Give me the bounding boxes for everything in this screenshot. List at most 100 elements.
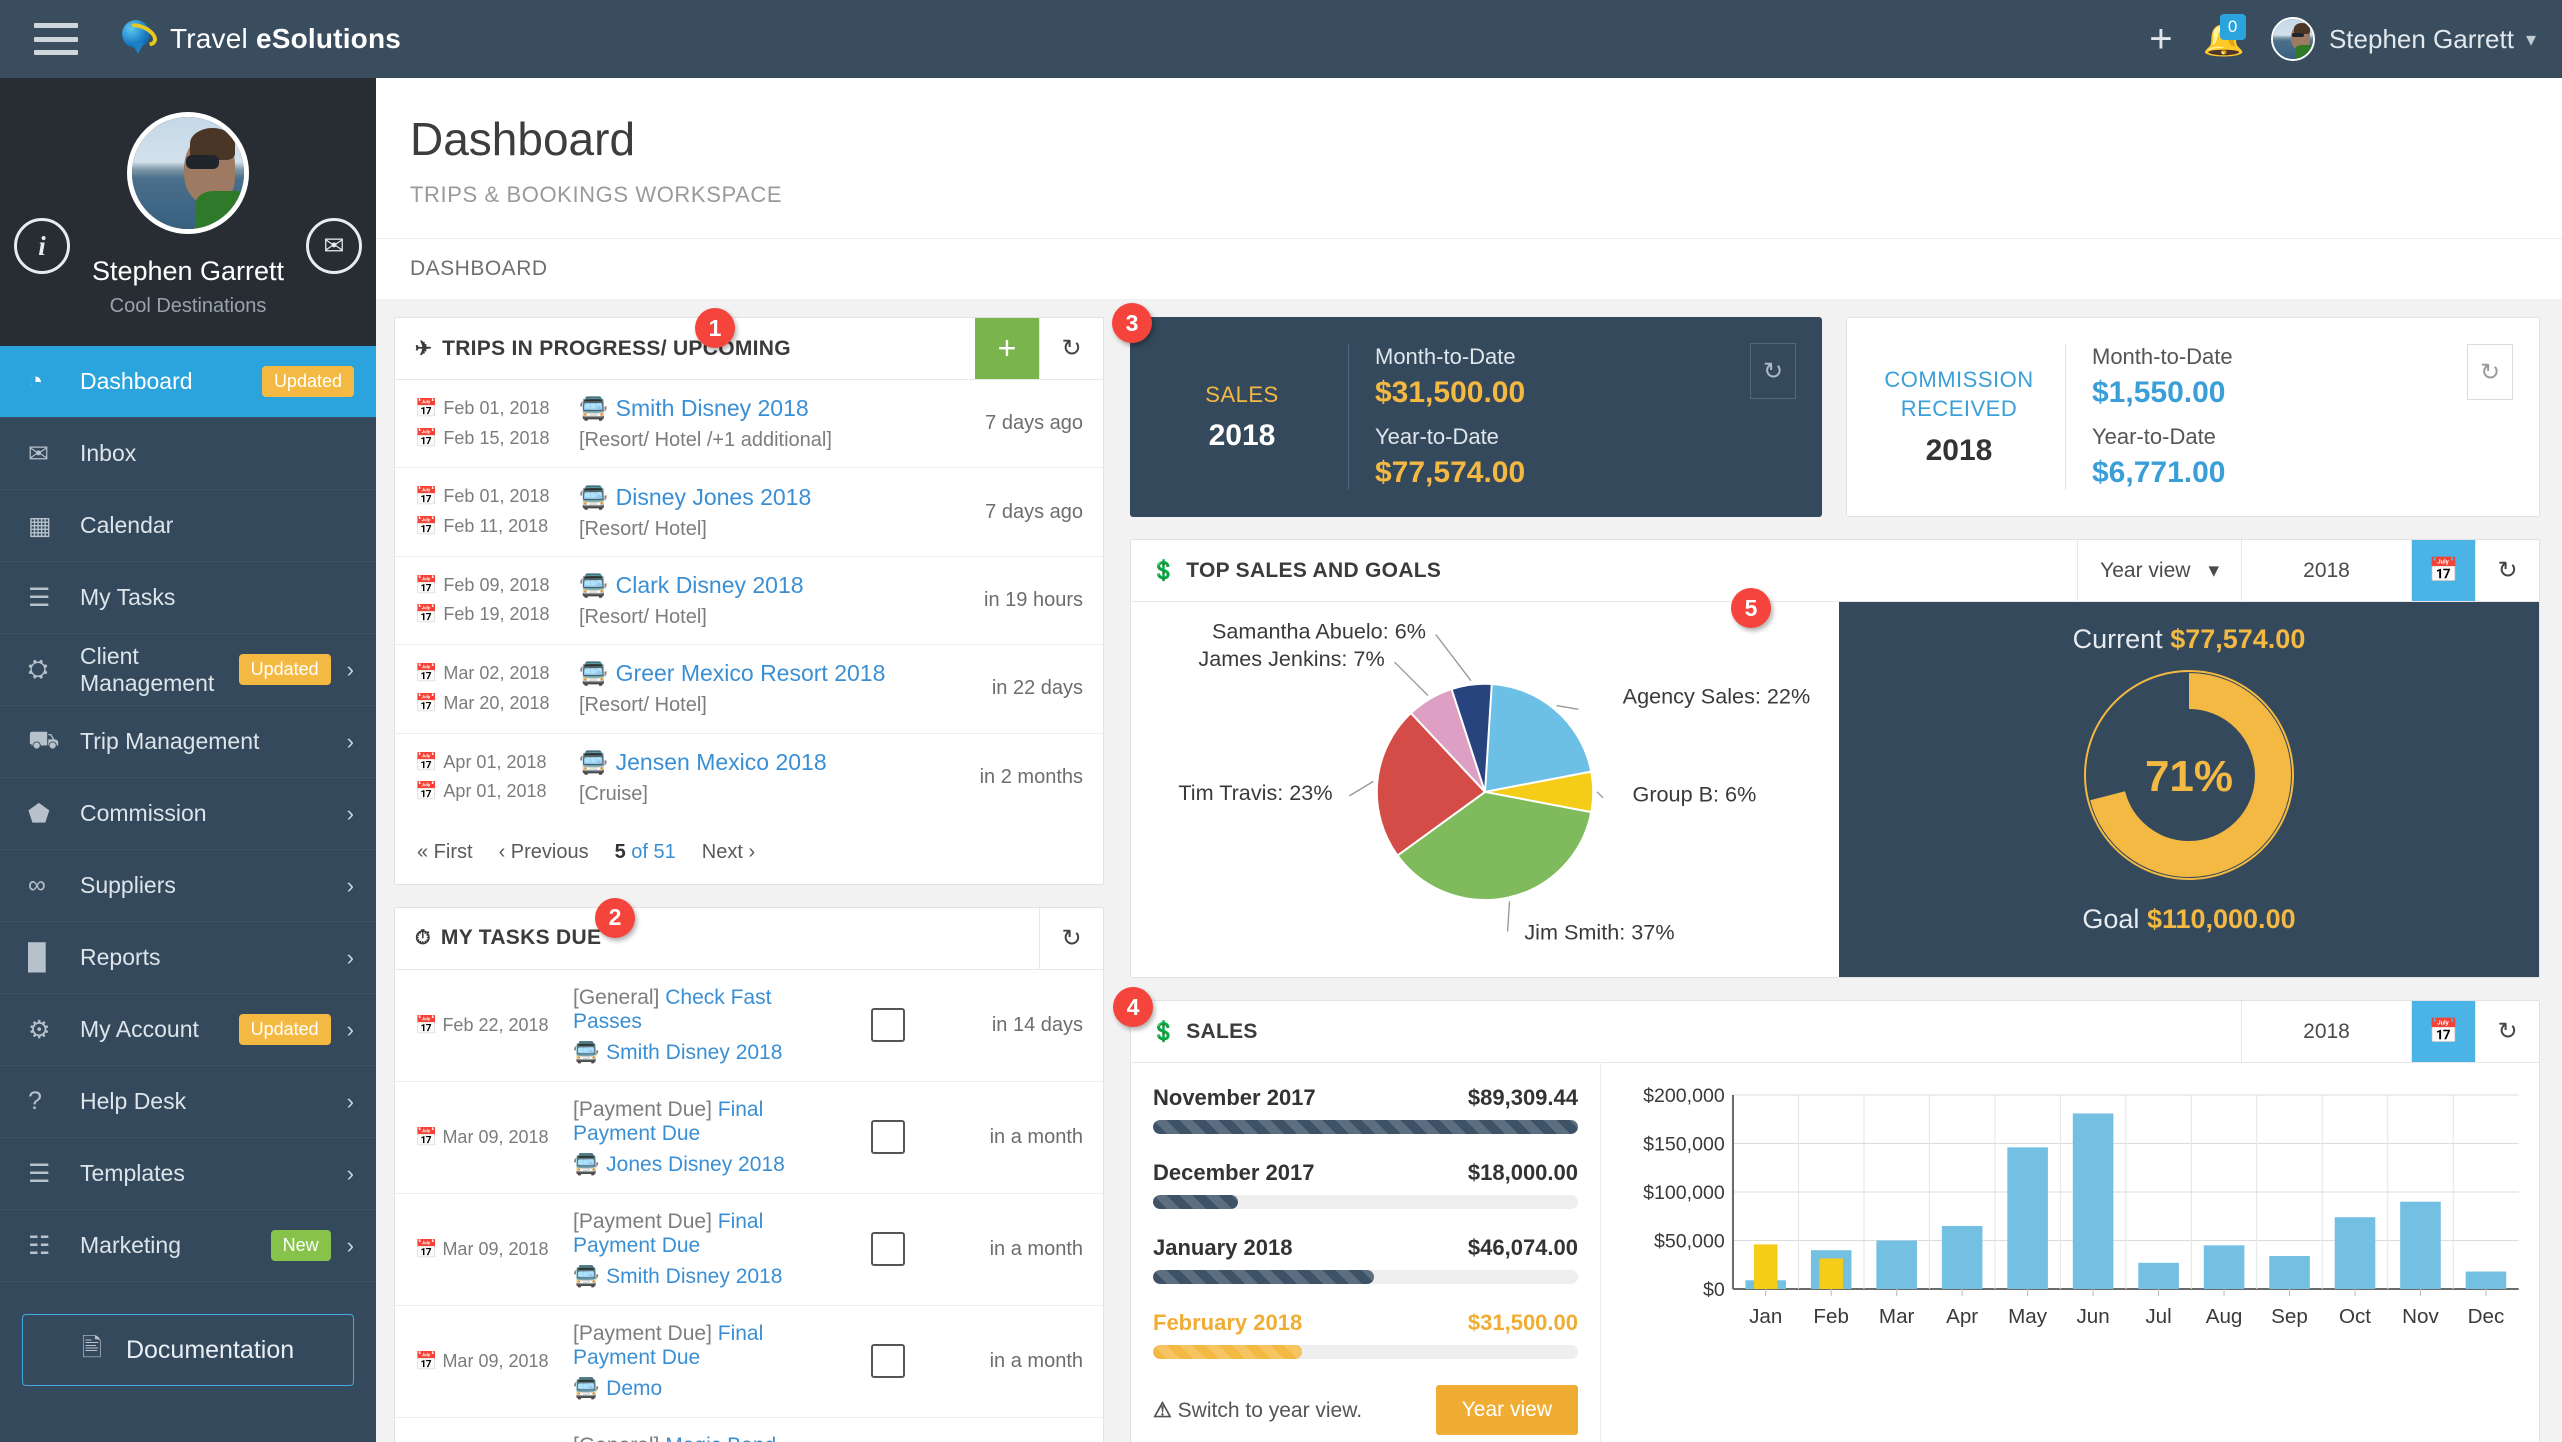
top-sales-year[interactable]: 2018 bbox=[2241, 540, 2411, 601]
bar[interactable] bbox=[2203, 1245, 2245, 1289]
warning-icon: ⚠ bbox=[1153, 1398, 1172, 1422]
calendar-icon: 📅 bbox=[415, 486, 438, 507]
add-icon[interactable]: + bbox=[2149, 19, 2172, 59]
task-trip-link[interactable]: 🚍 Smith Disney 2018 bbox=[573, 1265, 843, 1289]
refresh-trips-icon[interactable]: ↻ bbox=[1039, 318, 1103, 379]
bar[interactable] bbox=[1819, 1258, 1843, 1289]
pie-label: Group B: 6% bbox=[1633, 782, 1757, 807]
refresh-tasks-icon[interactable]: ↻ bbox=[1039, 907, 1103, 969]
task-category: [General] bbox=[573, 985, 660, 1009]
trip-name-link[interactable]: 🚍 Jensen Mexico 2018 bbox=[579, 749, 923, 776]
hamburger-icon[interactable] bbox=[34, 23, 78, 55]
trip-detail: [Cruise] bbox=[579, 782, 648, 805]
x-axis-tick: Jul bbox=[2145, 1306, 2171, 1328]
trip-name-link[interactable]: 🚍 Greer Mexico Resort 2018 bbox=[579, 660, 923, 687]
sidebar-item-calendar[interactable]: ▦ Calendar bbox=[0, 490, 376, 562]
pie-label: Tim Travis: 23% bbox=[1178, 780, 1332, 805]
sidebar-item-inbox[interactable]: ✉ Inbox bbox=[0, 418, 376, 490]
gauge-current-label: Current bbox=[2072, 624, 2163, 654]
brand-logo-wrap[interactable]: Travel eSolutions bbox=[120, 18, 401, 59]
trip-name-link[interactable]: 🚍 Clark Disney 2018 bbox=[579, 572, 923, 599]
notifications-button[interactable]: 🔔 0 bbox=[2203, 14, 2246, 56]
sidebar-item-help-desk[interactable]: ? Help Desk › bbox=[0, 1066, 376, 1138]
info-icon[interactable]: i bbox=[14, 218, 70, 274]
trip-row[interactable]: 📅 Feb 01, 2018 📅 Feb 11, 2018 🚍 Disney Jones … bbox=[395, 468, 1103, 557]
task-row[interactable]: 📅 Mar 09, 2018 [Payment Due] Final Paymen… bbox=[395, 1306, 1103, 1418]
trips-first-link[interactable]: « First bbox=[417, 841, 473, 864]
bar[interactable] bbox=[2269, 1256, 2310, 1289]
mail-icon[interactable]: ✉ bbox=[306, 218, 362, 274]
sales-year[interactable]: 2018 bbox=[2241, 1001, 2411, 1062]
bar[interactable] bbox=[2334, 1217, 2376, 1289]
sidebar-item-marketing[interactable]: ☷ Marketing New › bbox=[0, 1210, 376, 1282]
view-select[interactable]: Year view ▾ bbox=[2077, 540, 2241, 601]
trip-info: 🚍 Greer Mexico Resort 2018 [Resort/ Hotel] bbox=[565, 660, 923, 717]
trip-end-date: Feb 19, 2018 bbox=[443, 604, 550, 625]
trips-previous-link[interactable]: ‹ Previous bbox=[499, 841, 589, 864]
documentation-button[interactable]: 🖹 Documentation bbox=[22, 1314, 354, 1386]
sidebar-item-reports[interactable]: █ Reports › bbox=[0, 922, 376, 994]
trip-start-date: Feb 09, 2018 bbox=[443, 574, 550, 595]
task-trip-link[interactable]: 🚍 Smith Disney 2018 bbox=[573, 1041, 843, 1065]
trip-row[interactable]: 📅 Mar 02, 2018 📅 Mar 20, 2018 🚍 Greer Mexico … bbox=[395, 645, 1103, 734]
bar[interactable] bbox=[2138, 1262, 2179, 1289]
task-info: [Payment Due] Final Payment Due 🚍 Jones Di… bbox=[565, 1098, 843, 1177]
sidebar-item-suppliers[interactable]: ∞ Suppliers › bbox=[0, 850, 376, 922]
sidebar: i ✉ Stephen Garrett Cool Destinations ◔ D… bbox=[0, 78, 376, 1442]
bar[interactable] bbox=[2465, 1271, 2507, 1289]
trip-row[interactable]: 📅 Feb 09, 2018 📅 Feb 19, 2018 🚍 Clark Disney … bbox=[395, 557, 1103, 646]
trip-name-link[interactable]: 🚍 Disney Jones 2018 bbox=[579, 484, 923, 511]
calendar-icon[interactable]: 📅 bbox=[2411, 1001, 2475, 1062]
task-checkbox[interactable] bbox=[871, 1008, 905, 1043]
chevron-down-icon[interactable]: ▾ bbox=[2526, 27, 2536, 52]
bar[interactable] bbox=[2007, 1147, 2048, 1289]
refresh-commission-kpi-icon[interactable]: ↻ bbox=[2467, 344, 2513, 400]
x-axis-tick: Feb bbox=[1813, 1306, 1849, 1328]
refresh-top-sales-icon[interactable]: ↻ bbox=[2475, 540, 2539, 601]
add-trip-button[interactable]: + bbox=[975, 318, 1039, 379]
gauge-goal-value: $110,000.00 bbox=[2146, 904, 2296, 934]
user-name[interactable]: Stephen Garrett bbox=[2329, 24, 2514, 55]
x-axis-tick: May bbox=[2008, 1306, 2048, 1328]
year-view-button[interactable]: Year view bbox=[1435, 1385, 1578, 1435]
money-icon: 💲 bbox=[1151, 1021, 1177, 1043]
sidebar-item-client-management[interactable]: ⛭ Client Management Updated › bbox=[0, 634, 376, 706]
task-checkbox[interactable] bbox=[871, 1120, 905, 1155]
sidebar-item-dashboard[interactable]: ◔ Dashboard Updated bbox=[0, 346, 376, 418]
bar[interactable] bbox=[1753, 1244, 1778, 1289]
tasks-list: 📅 Feb 22, 2018 [General] Check Fast Passe… bbox=[395, 970, 1103, 1442]
refresh-sales-icon[interactable]: ↻ bbox=[2475, 1001, 2539, 1062]
task-row[interactable]: 📅 Mar 09, 2018[General] Magic Band Perso… bbox=[395, 1418, 1103, 1442]
trip-name: Jensen Mexico 2018 bbox=[615, 748, 827, 775]
profile-avatar[interactable] bbox=[127, 112, 249, 234]
dashboard-grid: 1 ✈ TRIPS IN PROGRESS/ UPCOMING + ↻ 📅 Feb… bbox=[376, 299, 2562, 1442]
sales-ytd-label: Year-to-Date bbox=[1375, 424, 1499, 449]
refresh-sales-kpi-icon[interactable]: ↻ bbox=[1750, 343, 1796, 399]
trip-row[interactable]: 📅 Feb 01, 2018 📅 Feb 15, 2018 🚍 Smith Disney … bbox=[395, 380, 1103, 469]
task-trip-link[interactable]: 🚍 Jones Disney 2018 bbox=[573, 1153, 843, 1177]
task-row[interactable]: 📅 Feb 22, 2018 [General] Check Fast Passe… bbox=[395, 970, 1103, 1082]
breadcrumb[interactable]: DASHBOARD bbox=[376, 238, 2562, 299]
calendar-icon: 📅 bbox=[415, 427, 438, 448]
trip-row[interactable]: 📅 Apr 01, 2018 📅 Apr 01, 2018 🚍 Jensen Mexico… bbox=[395, 734, 1103, 821]
calendar-icon[interactable]: 📅 bbox=[2411, 540, 2475, 601]
task-trip-link[interactable]: 🚍 Demo bbox=[573, 1377, 843, 1401]
task-info: [General] Check Fast Passes 🚍 Smith Disney… bbox=[565, 986, 843, 1065]
sidebar-item-commission[interactable]: ⬟ Commission › bbox=[0, 778, 376, 850]
task-checkbox[interactable] bbox=[871, 1344, 905, 1379]
sidebar-item-templates[interactable]: ☰ Templates › bbox=[0, 1138, 376, 1210]
task-checkbox[interactable] bbox=[871, 1232, 905, 1267]
pie-leader-line bbox=[1596, 791, 1604, 799]
task-row[interactable]: 📅 Mar 09, 2018 [Payment Due] Final Paymen… bbox=[395, 1194, 1103, 1306]
bar[interactable] bbox=[1876, 1240, 1917, 1290]
sidebar-item-trip-management[interactable]: ⛟ Trip Management › bbox=[0, 706, 376, 778]
trips-next-link[interactable]: Next › bbox=[702, 841, 755, 864]
task-row[interactable]: 📅 Mar 09, 2018 [Payment Due] Final Paymen… bbox=[395, 1082, 1103, 1194]
bar[interactable] bbox=[2400, 1201, 2441, 1289]
sidebar-item-my-account[interactable]: ⚙ My Account Updated › bbox=[0, 994, 376, 1066]
avatar[interactable] bbox=[2270, 17, 2315, 61]
sidebar-item-my-tasks[interactable]: ☰ My Tasks bbox=[0, 562, 376, 634]
bar[interactable] bbox=[1941, 1225, 1983, 1289]
bar[interactable] bbox=[2072, 1113, 2114, 1289]
trip-name-link[interactable]: 🚍 Smith Disney 2018 bbox=[579, 395, 923, 422]
